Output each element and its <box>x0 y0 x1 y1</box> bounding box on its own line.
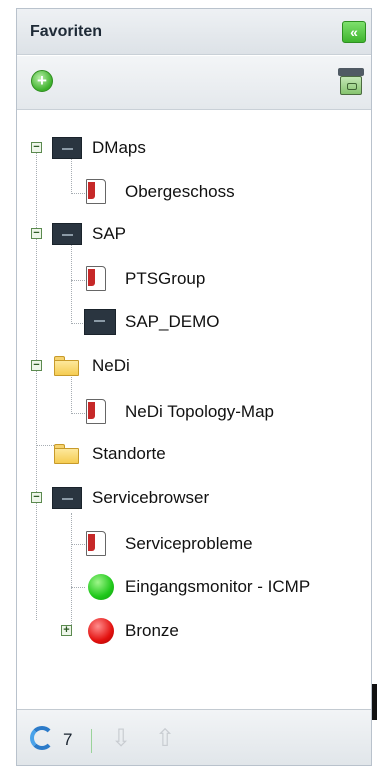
tree-item-label: SAP_DEMO <box>125 312 220 331</box>
tree-item-label: Bronze <box>125 621 179 640</box>
tree-item-dmaps[interactable]: − DMaps <box>27 133 327 163</box>
tree-item-bronze[interactable]: + Bronze <box>57 616 347 646</box>
collapse-toggle-icon[interactable]: − <box>31 228 42 239</box>
tree-item-standorte[interactable]: Standorte <box>27 439 327 469</box>
expand-toggle-icon[interactable]: + <box>61 625 72 636</box>
tree-item-ptsgroup[interactable]: PTSGroup <box>83 264 353 294</box>
tree-item-label: PTSGroup <box>125 269 206 288</box>
tree-item-nedi[interactable]: − NeDi <box>27 351 327 381</box>
status-ok-icon <box>88 574 114 600</box>
tree-item-label: Obergeschoss <box>125 182 235 201</box>
panel-header: Favoriten « <box>17 9 371 55</box>
move-up-button[interactable]: ⇧ <box>154 726 176 752</box>
panel-toolbar: + <box>17 56 371 110</box>
document-icon <box>86 179 108 205</box>
document-icon <box>86 531 108 557</box>
tree-item-obergeschoss[interactable]: Obergeschoss <box>83 177 353 207</box>
tree-item-label: SAP <box>92 224 127 243</box>
document-icon <box>86 266 108 292</box>
tree-item-label: Serviceprobleme <box>125 534 253 553</box>
tree-item-label: NeDi Topology-Map <box>125 402 274 421</box>
favorites-tree: − DMaps Obergeschoss − SAP PTSGroup SAP_… <box>17 111 371 709</box>
tree-item-serviceprobleme[interactable]: Serviceprobleme <box>83 529 363 559</box>
archive-button[interactable] <box>338 68 364 96</box>
add-favorite-button[interactable]: + <box>31 70 53 92</box>
status-critical-icon <box>88 618 114 644</box>
double-chevron-left-icon: « <box>350 24 358 40</box>
tree-item-sap[interactable]: − SAP <box>27 219 327 249</box>
tree-item-sap-demo[interactable]: SAP_DEMO <box>83 307 353 337</box>
tree-item-servicebrowser[interactable]: − Servicebrowser <box>27 483 327 513</box>
tree-item-eingangsmonitor-icmp[interactable]: Eingangsmonitor - ICMP <box>83 572 369 602</box>
refresh-icon[interactable] <box>30 726 54 750</box>
tree-item-label: Standorte <box>92 444 166 463</box>
folder-icon <box>54 356 79 376</box>
scroll-handle[interactable] <box>372 684 377 720</box>
tree-item-label: DMaps <box>92 138 146 157</box>
refresh-count: 7 <box>63 730 73 749</box>
collapse-toggle-icon[interactable]: − <box>31 142 42 153</box>
map-icon <box>52 137 82 159</box>
document-icon <box>86 399 108 425</box>
map-icon <box>84 309 116 335</box>
favorites-panel: Favoriten « + − DMaps Obergeschoss − SAP… <box>16 8 372 766</box>
collapse-toggle-icon[interactable]: − <box>31 360 42 371</box>
folder-icon <box>54 444 79 464</box>
collapse-toggle-icon[interactable]: − <box>31 492 42 503</box>
map-icon <box>52 487 82 509</box>
archive-icon <box>338 68 364 76</box>
tree-item-nedi-topology-map[interactable]: NeDi Topology-Map <box>83 397 363 427</box>
map-icon <box>52 223 82 245</box>
panel-footer: 7 ⇩ ⇧ <box>17 709 371 765</box>
add-icon: + <box>37 71 47 90</box>
tree-item-label: Servicebrowser <box>92 488 210 507</box>
tree-item-label: NeDi <box>92 356 130 375</box>
footer-divider <box>91 729 92 753</box>
tree-item-label: Eingangsmonitor - ICMP <box>125 577 311 596</box>
panel-title: Favoriten <box>30 23 103 40</box>
collapse-panel-button[interactable]: « <box>342 21 366 43</box>
move-down-button[interactable]: ⇩ <box>110 726 132 752</box>
